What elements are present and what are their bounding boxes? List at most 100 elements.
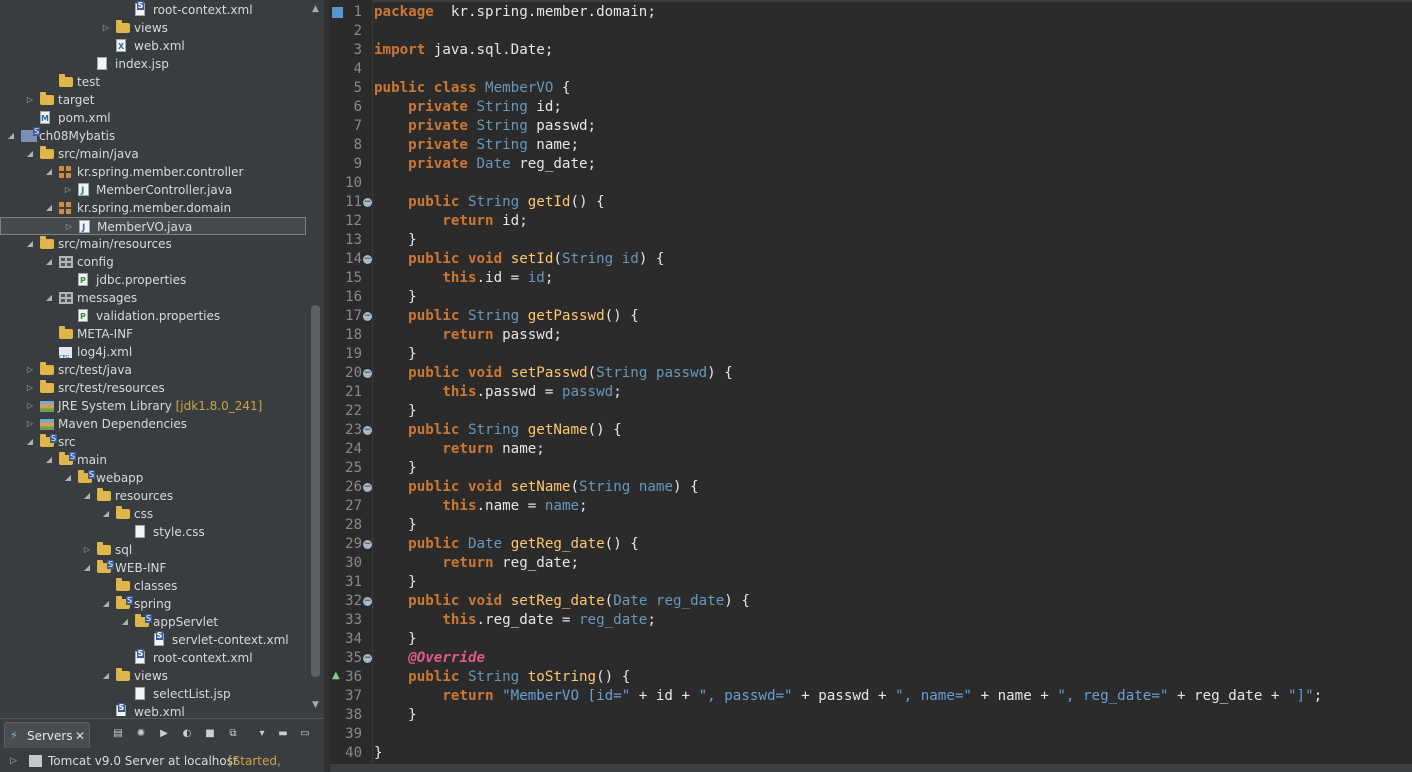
chevron-right-icon[interactable]: ▷: [64, 218, 74, 236]
tree-item[interactable]: web.xml: [0, 37, 306, 56]
code-line[interactable]: }: [374, 231, 417, 250]
code-line[interactable]: }: [374, 402, 417, 421]
tree-item[interactable]: ◢ resources: [0, 487, 306, 505]
tree-item[interactable]: ◢ appServlet: [0, 613, 306, 631]
start-icon[interactable]: ▶: [157, 727, 171, 740]
profile-icon[interactable]: ◐: [180, 727, 194, 740]
code-editor[interactable]: 1 2 3 4 5 6 7 8 9 10 11−12 13 14−15 16 17−18 19 20−21 22 2…: [330, 0, 1412, 772]
code-line[interactable]: return reg_date;: [374, 554, 579, 573]
chevron-right-icon[interactable]: ▷: [63, 181, 73, 199]
scrollbar-thumb[interactable]: [311, 305, 320, 677]
fold-collapse-icon[interactable]: −: [363, 483, 372, 492]
chevron-right-icon[interactable]: ▷: [25, 415, 35, 433]
scroll-down-icon[interactable]: ▼: [310, 700, 321, 710]
chevron-down-icon[interactable]: ◢: [25, 145, 35, 163]
fold-collapse-icon[interactable]: −: [363, 198, 372, 207]
fold-collapse-icon[interactable]: −: [363, 369, 372, 378]
chevron-down-icon[interactable]: ◢: [44, 199, 54, 217]
tree-item[interactable]: ◢ webapp: [0, 469, 306, 487]
code-line[interactable]: this.name = name;: [374, 497, 587, 516]
tree-item[interactable]: style.css: [0, 523, 306, 541]
code-line[interactable]: }: [374, 345, 417, 364]
chevron-down-icon[interactable]: ◢: [25, 235, 35, 253]
chevron-right-icon[interactable]: ▷: [25, 361, 35, 379]
view-menu-icon[interactable]: ▾: [255, 727, 269, 740]
tree-item[interactable]: ◢ WEB-INF: [0, 559, 306, 577]
fold-collapse-icon[interactable]: −: [363, 654, 372, 663]
code-line[interactable]: private String passwd;: [374, 117, 596, 136]
tree-item[interactable]: validation.properties: [0, 307, 306, 326]
code-line[interactable]: package kr.spring.member.domain;: [374, 3, 656, 22]
tree-item[interactable]: servlet-context.xml: [0, 631, 306, 649]
tree-item[interactable]: ▷ src/test/java: [0, 361, 306, 379]
tree-item[interactable]: ◢ kr.spring.member.domain: [0, 199, 306, 217]
fold-collapse-icon[interactable]: −: [363, 426, 372, 435]
scroll-up-icon[interactable]: ▲: [310, 4, 321, 14]
tree-item[interactable]: ▷ target: [0, 91, 306, 109]
tree-item[interactable]: ◢ main: [0, 451, 306, 469]
code-line[interactable]: public String getPasswd() {: [374, 307, 639, 326]
chevron-right-icon[interactable]: ▷: [25, 91, 35, 109]
tree-item[interactable]: web.xml: [0, 703, 306, 716]
chevron-down-icon[interactable]: ◢: [82, 487, 92, 505]
tree-item[interactable]: classes: [0, 577, 306, 595]
tree-item[interactable]: ▷ views: [0, 19, 306, 37]
chevron-right-icon[interactable]: ▷: [82, 541, 92, 559]
tree-item[interactable]: ◢ css: [0, 505, 306, 523]
tree-item[interactable]: ▷ MemberController.java: [0, 181, 306, 200]
chevron-down-icon[interactable]: ◢: [44, 253, 54, 271]
tree-item[interactable]: ▷ JRE System Library [jdk1.8.0_241]: [0, 397, 306, 415]
code-line[interactable]: }: [374, 744, 383, 763]
code-line[interactable]: return passwd;: [374, 326, 562, 345]
code-line[interactable]: return "MemberVO [id=" + id + ", passwd=…: [374, 687, 1322, 706]
code-line[interactable]: public Date getReg_date() {: [374, 535, 639, 554]
chevron-down-icon[interactable]: ◢: [101, 667, 111, 685]
code-line[interactable]: public void setName(String name) {: [374, 478, 698, 497]
explorer-scrollbar[interactable]: ▲ ▼: [307, 0, 324, 716]
code-line[interactable]: }: [374, 573, 417, 592]
chevron-down-icon[interactable]: ◢: [25, 433, 35, 451]
chevron-down-icon[interactable]: ◢: [44, 289, 54, 307]
chevron-down-icon[interactable]: ◢: [6, 127, 16, 145]
code-line[interactable]: this.passwd = passwd;: [374, 383, 621, 402]
tree-item[interactable]: ◢ src/main/java: [0, 145, 306, 163]
debug-icon[interactable]: ✺: [134, 727, 148, 740]
code-line[interactable]: public String toString() {: [374, 668, 630, 687]
code-line[interactable]: }: [374, 459, 417, 478]
tree-item[interactable]: ▷ MemberVO.java: [0, 217, 306, 237]
code-line[interactable]: private String name;: [374, 136, 579, 155]
tree-item[interactable]: ◢ ch08Mybatis: [0, 127, 306, 145]
fold-collapse-icon[interactable]: −: [363, 312, 372, 321]
code-line[interactable]: public String getId() {: [374, 193, 604, 212]
tree-item[interactable]: ◢ kr.spring.member.controller: [0, 163, 306, 181]
maximize-icon[interactable]: ▭: [298, 727, 312, 740]
code-line[interactable]: }: [374, 288, 417, 307]
code-line[interactable]: public class MemberVO {: [374, 79, 570, 98]
minimize-icon[interactable]: ▬: [276, 727, 290, 740]
tree-item[interactable]: root-context.xml: [0, 1, 306, 19]
chevron-down-icon[interactable]: ◢: [63, 469, 73, 487]
code-line[interactable]: this.id = id;: [374, 269, 553, 288]
project-explorer-tree[interactable]: root-context.xml ▷ views web.xml index.jsp te…: [0, 0, 306, 716]
code-line[interactable]: return id;: [374, 212, 527, 231]
tree-item[interactable]: selectList.jsp: [0, 685, 306, 703]
tree-item[interactable]: index.jsp: [0, 55, 306, 73]
tree-item[interactable]: ◢ src: [0, 433, 306, 451]
tree-item[interactable]: ◢ views: [0, 667, 306, 685]
tree-item[interactable]: ◢ messages: [0, 289, 306, 307]
chevron-right-icon[interactable]: ▷: [25, 397, 35, 415]
tree-item[interactable]: log4j.xml: [0, 343, 306, 367]
server-row[interactable]: ▷ Tomcat v9.0 Server at localhost [Start…: [0, 750, 324, 772]
code-line[interactable]: private String id;: [374, 98, 562, 117]
tree-item[interactable]: test: [0, 73, 306, 91]
code-line[interactable]: import java.sql.Date;: [374, 41, 553, 60]
fold-collapse-icon[interactable]: −: [363, 255, 372, 264]
code-line[interactable]: @Override: [374, 649, 485, 668]
tree-item[interactable]: pom.xml: [0, 109, 306, 128]
chevron-down-icon[interactable]: ◢: [101, 595, 111, 613]
chevron-right-icon[interactable]: ▷: [10, 750, 17, 772]
chevron-down-icon[interactable]: ◢: [44, 163, 54, 181]
code-line[interactable]: public void setReg_date(Date reg_date) {: [374, 592, 750, 611]
close-icon[interactable]: ✕: [75, 723, 85, 749]
code-line[interactable]: }: [374, 630, 417, 649]
